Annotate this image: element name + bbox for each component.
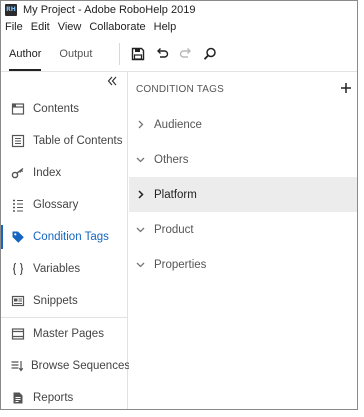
menu-bar: File Edit View Collaborate Help xyxy=(1,19,357,35)
nav-item-label: Glossary xyxy=(33,199,79,211)
undo-icon xyxy=(157,48,169,58)
menu-file[interactable]: File xyxy=(5,21,23,33)
search-icon xyxy=(203,47,216,60)
tag-row-product[interactable]: Product xyxy=(129,212,357,247)
collapse-panel-button[interactable] xyxy=(105,74,119,88)
tag-label: Audience xyxy=(154,118,202,131)
nav-item-condition-tags[interactable]: Condition Tags xyxy=(1,221,127,253)
redo-icon xyxy=(179,48,191,58)
contents-icon xyxy=(11,103,25,115)
tag-row-properties[interactable]: Properties xyxy=(129,247,357,282)
app-window: RH My Project - Adobe RoboHelp 2019 File… xyxy=(0,0,358,410)
key-icon xyxy=(11,167,24,179)
tag-label: Properties xyxy=(154,258,207,271)
nav-item-label: Contents xyxy=(33,103,80,115)
double-chevron-left-icon xyxy=(107,76,117,86)
chevron-down-icon xyxy=(136,157,144,163)
tab-author[interactable]: Author xyxy=(9,37,42,71)
chevron-down-icon xyxy=(136,227,144,233)
sequence-icon xyxy=(11,361,24,372)
panel-title: CONDITION TAGS xyxy=(136,83,224,95)
menu-edit[interactable]: Edit xyxy=(31,21,50,33)
master-page-icon xyxy=(11,328,25,340)
nav-item-glossary[interactable]: Glossary xyxy=(1,189,127,221)
nav-item-reports[interactable]: Reports xyxy=(1,382,127,409)
nav-item-label: Table of Contents xyxy=(33,135,123,147)
search-button[interactable] xyxy=(198,42,222,66)
nav-item-label: Master Pages xyxy=(33,328,104,340)
tag-label: Others xyxy=(154,153,189,166)
braces-icon xyxy=(12,262,24,276)
nav-list: Contents Table of Contents Index Glossar… xyxy=(1,93,131,409)
toolbar xyxy=(120,37,222,71)
chevron-right-icon xyxy=(137,190,144,199)
left-panel: Contents Table of Contents Index Glossar… xyxy=(1,72,131,409)
menu-help[interactable]: Help xyxy=(154,21,177,33)
tag-label: Platform xyxy=(154,188,197,201)
toc-icon xyxy=(11,134,25,148)
add-tag-button[interactable] xyxy=(339,81,353,95)
menu-collaborate[interactable]: Collaborate xyxy=(89,21,145,33)
tab-output[interactable]: Output xyxy=(59,37,92,71)
save-button[interactable] xyxy=(126,42,150,66)
glossary-icon xyxy=(13,199,23,212)
app-icon-text: RH xyxy=(6,6,16,13)
nav-item-label: Browse Sequences xyxy=(31,360,131,372)
nav-item-variables[interactable]: Variables xyxy=(1,253,127,285)
chevron-right-icon xyxy=(138,120,143,129)
tag-row-others[interactable]: Others xyxy=(129,142,357,177)
redo-button[interactable] xyxy=(174,42,198,66)
nav-item-index[interactable]: Index xyxy=(1,157,127,189)
condition-tags-panel: CONDITION TAGS Audience Others Platform … xyxy=(129,72,357,409)
condition-tag-list: Audience Others Platform Product Propert… xyxy=(129,107,357,282)
mode-tabs: Author Output xyxy=(1,37,119,71)
save-icon xyxy=(131,47,145,61)
nav-item-label: Variables xyxy=(33,263,81,275)
nav-item-master-pages[interactable]: Master Pages xyxy=(1,318,127,350)
nav-item-label: Reports xyxy=(33,392,74,404)
nav-item-snippets[interactable]: Snippets xyxy=(1,285,127,317)
robohelp-app-icon: RH xyxy=(5,4,17,16)
nav-item-label: Snippets xyxy=(33,295,78,307)
nav-item-browse-sequences[interactable]: Browse Sequences xyxy=(1,350,131,382)
nav-item-label: Condition Tags xyxy=(33,231,109,243)
title-bar: RH My Project - Adobe RoboHelp 2019 xyxy=(1,1,357,19)
nav-item-label: Index xyxy=(33,167,62,179)
tag-row-audience[interactable]: Audience xyxy=(129,107,357,142)
undo-button[interactable] xyxy=(150,42,174,66)
panel-header: CONDITION TAGS xyxy=(129,72,357,106)
chevron-down-icon xyxy=(136,262,144,268)
window-title: My Project - Adobe RoboHelp 2019 xyxy=(23,4,196,16)
menu-view[interactable]: View xyxy=(58,21,82,33)
report-icon xyxy=(13,392,23,404)
toolbar-row: Author Output xyxy=(1,37,357,71)
plus-icon xyxy=(341,83,351,93)
tag-icon xyxy=(12,231,24,243)
nav-item-contents[interactable]: Contents xyxy=(1,93,127,125)
tag-label: Product xyxy=(154,223,194,236)
nav-item-table-of-contents[interactable]: Table of Contents xyxy=(1,125,127,157)
tag-row-platform[interactable]: Platform xyxy=(129,177,357,212)
snippet-icon xyxy=(11,295,25,307)
